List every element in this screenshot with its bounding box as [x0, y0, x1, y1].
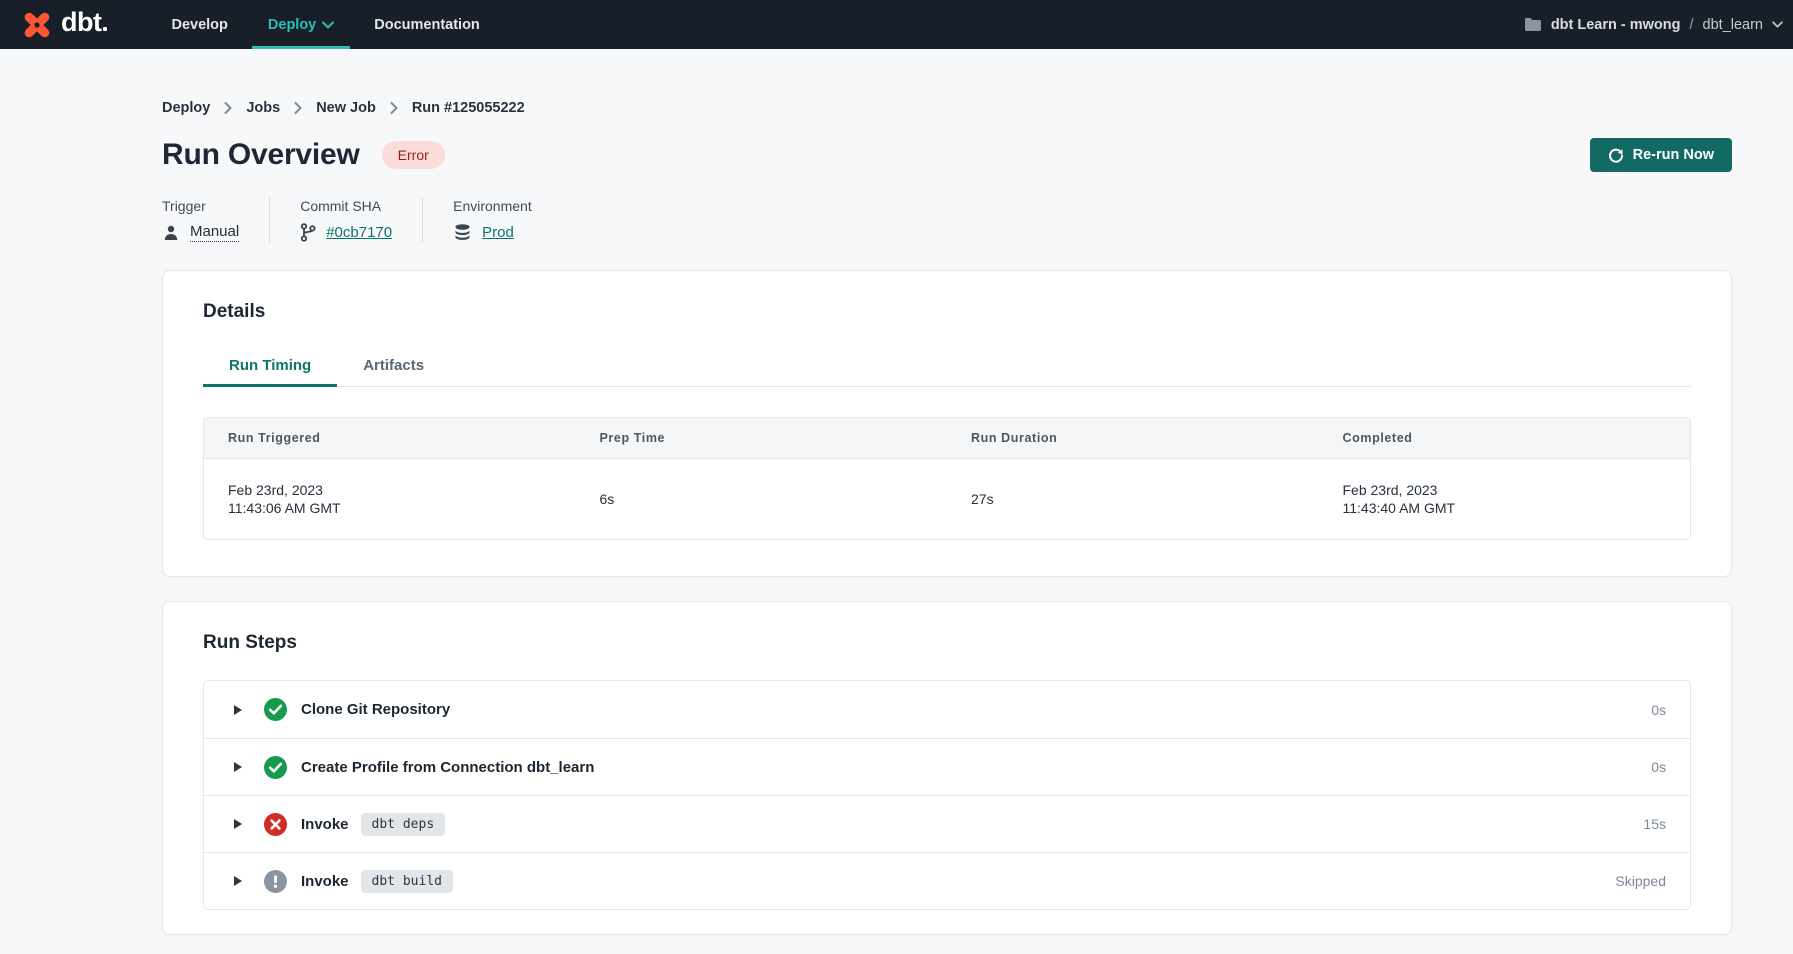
expand-caret-icon[interactable]: [234, 762, 242, 772]
col-header-prep-time: Prep Time: [576, 418, 948, 458]
error-icon: [264, 813, 287, 836]
cell-run-triggered: Feb 23rd, 2023 11:43:06 AM GMT: [204, 459, 576, 539]
success-icon: [264, 756, 287, 779]
step-title: Create Profile from Connection dbt_learn: [301, 759, 594, 776]
completed-date: Feb 23rd, 2023: [1343, 481, 1691, 499]
step-row-invoke-dbt-deps[interactable]: Invoke dbt deps 15s: [204, 795, 1690, 852]
breadcrumb-new-job[interactable]: New Job: [316, 100, 376, 116]
step-title: Invoke: [301, 873, 349, 890]
account-project-selector[interactable]: dbt Learn - mwong / dbt_learn: [1524, 0, 1783, 49]
nav-item-deploy-label: Deploy: [268, 17, 316, 33]
chevron-right-icon: [390, 102, 398, 114]
commit-sha-label: Commit SHA: [300, 198, 392, 214]
tab-artifacts[interactable]: Artifacts: [337, 347, 450, 386]
command-chip: dbt deps: [361, 813, 446, 836]
details-tabs: Run Timing Artifacts: [203, 347, 1691, 387]
nav-item-develop[interactable]: Develop: [155, 0, 243, 49]
step-row-invoke-dbt-build[interactable]: Invoke dbt build Skipped: [204, 852, 1690, 909]
nav-item-documentation[interactable]: Documentation: [358, 0, 496, 49]
step-row-create-profile[interactable]: Create Profile from Connection dbt_learn…: [204, 738, 1690, 795]
col-header-run-duration: Run Duration: [947, 418, 1319, 458]
step-duration: Skipped: [1615, 873, 1666, 889]
account-separator: /: [1690, 17, 1694, 33]
rerun-now-button[interactable]: Re-run Now: [1590, 138, 1732, 172]
trigger-value[interactable]: Manual: [190, 223, 239, 242]
trigger-block: Trigger Manual: [162, 198, 269, 242]
details-card: Details Run Timing Artifacts Run Trigger…: [162, 270, 1732, 577]
col-header-completed: Completed: [1319, 418, 1691, 458]
database-icon: [453, 223, 472, 242]
status-badge: Error: [382, 141, 445, 169]
refresh-icon: [1608, 147, 1624, 163]
step-title: Invoke: [301, 816, 349, 833]
chevron-down-icon: [322, 21, 334, 29]
step-row-clone-git[interactable]: Clone Git Repository 0s: [204, 681, 1690, 738]
commit-sha-block: Commit SHA #0cb7170: [270, 198, 422, 242]
trigger-label: Trigger: [162, 198, 239, 214]
folder-icon: [1524, 17, 1542, 32]
run-timing-table: Run Triggered Prep Time Run Duration Com…: [203, 417, 1691, 540]
table-row: Feb 23rd, 2023 11:43:06 AM GMT 6s 27s Fe…: [204, 459, 1690, 539]
environment-label: Environment: [453, 198, 532, 214]
step-title: Clone Git Repository: [301, 701, 450, 718]
project-name: dbt_learn: [1703, 17, 1763, 33]
cell-run-duration: 27s: [947, 459, 1319, 539]
details-title: Details: [203, 301, 1691, 323]
success-icon: [264, 698, 287, 721]
run-triggered-date: Feb 23rd, 2023: [228, 481, 576, 499]
breadcrumb: Deploy Jobs New Job Run #125055222: [162, 100, 1732, 116]
chevron-right-icon: [294, 102, 302, 114]
step-duration: 0s: [1651, 759, 1666, 775]
dbt-logo-text: dbt: [61, 7, 107, 38]
nav-item-deploy[interactable]: Deploy: [252, 0, 350, 49]
breadcrumb-jobs[interactable]: Jobs: [246, 100, 280, 116]
rerun-now-label: Re-run Now: [1633, 147, 1714, 163]
skipped-icon: [264, 870, 287, 893]
account-name: dbt Learn - mwong: [1551, 17, 1681, 33]
person-icon: [162, 224, 180, 242]
environment-block: Environment Prod: [423, 198, 562, 242]
command-chip: dbt build: [361, 870, 453, 893]
git-branch-icon: [300, 223, 316, 242]
top-nav: dbt Develop Deploy Documentation dbt Lea…: [0, 0, 1793, 49]
cell-completed: Feb 23rd, 2023 11:43:40 AM GMT: [1319, 459, 1691, 539]
run-steps-title: Run Steps: [203, 632, 1691, 654]
run-steps-card: Run Steps Clone Git Repository 0s Create…: [162, 601, 1732, 935]
breadcrumb-deploy[interactable]: Deploy: [162, 100, 210, 116]
dbt-logo[interactable]: dbt: [20, 0, 107, 49]
run-meta: Trigger Manual Commit SHA #0cb7170 Envir…: [162, 198, 1732, 242]
chevron-right-icon: [224, 102, 232, 114]
tab-run-timing[interactable]: Run Timing: [203, 347, 337, 386]
cell-prep-time: 6s: [576, 459, 948, 539]
step-duration: 0s: [1651, 702, 1666, 718]
page-title: Run Overview: [162, 138, 360, 172]
step-duration: 15s: [1643, 816, 1666, 832]
run-steps-list: Clone Git Repository 0s Create Profile f…: [203, 680, 1691, 910]
chevron-down-icon: [1772, 21, 1783, 28]
col-header-run-triggered: Run Triggered: [204, 418, 576, 458]
completed-time: 11:43:40 AM GMT: [1343, 499, 1691, 517]
breadcrumb-current-run: Run #125055222: [412, 100, 525, 116]
dbt-logo-icon: [20, 8, 54, 42]
run-triggered-time: 11:43:06 AM GMT: [228, 499, 576, 517]
expand-caret-icon[interactable]: [234, 876, 242, 886]
environment-link[interactable]: Prod: [482, 224, 514, 241]
expand-caret-icon[interactable]: [234, 819, 242, 829]
table-header-row: Run Triggered Prep Time Run Duration Com…: [204, 418, 1690, 459]
expand-caret-icon[interactable]: [234, 705, 242, 715]
commit-sha-link[interactable]: #0cb7170: [326, 224, 392, 241]
